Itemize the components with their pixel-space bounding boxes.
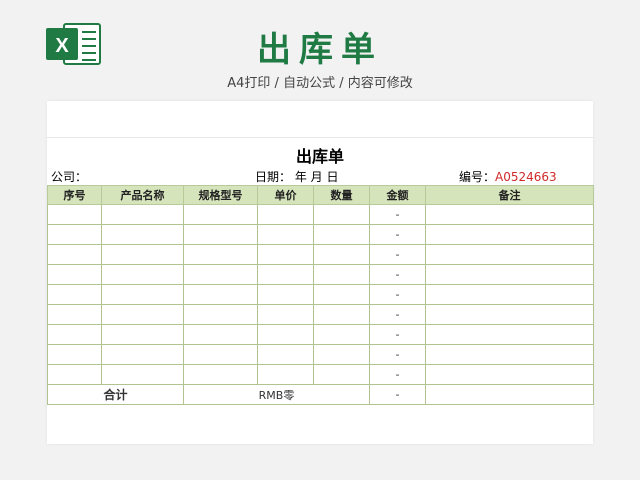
cell-spec[interactable] [183, 304, 258, 325]
cell-quantity[interactable] [313, 304, 370, 325]
spreadsheet-sheet: 出库单 公司： 日期： 年 月 日 编号：A0524663 序号 产品名称 规格… [47, 101, 594, 444]
cell-amount[interactable]: - [369, 284, 426, 305]
table-row: - [47, 284, 594, 305]
cell-quantity[interactable] [313, 284, 370, 305]
cell-amount[interactable]: - [369, 344, 426, 365]
cell-index[interactable] [47, 224, 102, 245]
cell-spec[interactable] [183, 324, 258, 345]
total-amount[interactable]: - [369, 384, 426, 405]
table-row: - [47, 344, 594, 365]
blank-row[interactable] [47, 101, 593, 138]
cell-price[interactable] [257, 244, 314, 265]
cell-product[interactable] [101, 364, 184, 385]
cell-price[interactable] [257, 224, 314, 245]
cell-quantity[interactable] [313, 264, 370, 285]
cell-remarks[interactable] [425, 284, 594, 305]
number-value: A0524663 [495, 170, 557, 184]
cell-remarks[interactable] [425, 304, 594, 325]
table-row: - [47, 304, 594, 325]
cell-quantity[interactable] [313, 344, 370, 365]
number-label: 编号： [459, 170, 496, 184]
cell-product[interactable] [101, 224, 184, 245]
column-header-remarks[interactable]: 备注 [425, 185, 594, 205]
total-remarks[interactable] [425, 384, 594, 405]
column-header-price[interactable]: 单价 [257, 185, 314, 205]
page-title: 出库单 [257, 30, 383, 70]
cell-product[interactable] [101, 324, 184, 345]
cell-amount[interactable]: - [369, 204, 426, 225]
cell-quantity[interactable] [313, 244, 370, 265]
cell-quantity[interactable] [313, 324, 370, 345]
cell-index[interactable] [47, 284, 102, 305]
cell-remarks[interactable] [425, 224, 594, 245]
date-label: 日期： 年 月 日 [255, 170, 339, 184]
cell-product[interactable] [101, 284, 184, 305]
cell-remarks[interactable] [425, 364, 594, 385]
page-subtitle: A4打印 / 自动公式 / 内容可修改 [227, 76, 413, 91]
column-header-product[interactable]: 产品名称 [101, 185, 184, 205]
cell-index[interactable] [47, 264, 102, 285]
cell-price[interactable] [257, 264, 314, 285]
total-label[interactable]: 合计 [47, 384, 184, 405]
cell-quantity[interactable] [313, 224, 370, 245]
company-label: 公司： [51, 170, 88, 184]
table-row: - [47, 224, 594, 245]
column-header-index[interactable]: 序号 [47, 185, 102, 205]
cell-index[interactable] [47, 344, 102, 365]
cell-spec[interactable] [183, 364, 258, 385]
cell-amount[interactable]: - [369, 224, 426, 245]
total-row: 合计 RMB零 - [47, 384, 594, 405]
cell-spec[interactable] [183, 284, 258, 305]
column-header-spec[interactable]: 规格型号 [183, 185, 258, 205]
cell-product[interactable] [101, 204, 184, 225]
column-header-quantity[interactable]: 数量 [313, 185, 370, 205]
cell-product[interactable] [101, 244, 184, 265]
cell-index[interactable] [47, 364, 102, 385]
cell-product[interactable] [101, 344, 184, 365]
column-header-amount[interactable]: 金额 [369, 185, 426, 205]
cell-amount[interactable]: - [369, 244, 426, 265]
total-rmb-label[interactable]: RMB零 [183, 384, 370, 405]
cell-remarks[interactable] [425, 344, 594, 365]
cell-remarks[interactable] [425, 204, 594, 225]
cell-remarks[interactable] [425, 244, 594, 265]
cell-price[interactable] [257, 204, 314, 225]
cell-index[interactable] [47, 244, 102, 265]
number-field[interactable]: 编号：A0524663 [459, 169, 557, 185]
cell-product[interactable] [101, 304, 184, 325]
table-row: - [47, 244, 594, 265]
cell-spec[interactable] [183, 224, 258, 245]
cell-quantity[interactable] [313, 364, 370, 385]
cell-index[interactable] [47, 304, 102, 325]
cell-spec[interactable] [183, 344, 258, 365]
table-row: - [47, 264, 594, 285]
cell-spec[interactable] [183, 244, 258, 265]
table-row: - [47, 364, 594, 385]
cell-amount[interactable]: - [369, 364, 426, 385]
cell-amount[interactable]: - [369, 304, 426, 325]
company-field[interactable]: 公司： [51, 169, 87, 185]
cell-index[interactable] [47, 204, 102, 225]
form-title[interactable]: 出库单 [47, 143, 593, 167]
cell-price[interactable] [257, 304, 314, 325]
cell-remarks[interactable] [425, 324, 594, 345]
cell-quantity[interactable] [313, 204, 370, 225]
date-field[interactable]: 日期： 年 月 日 [255, 169, 338, 185]
cell-index[interactable] [47, 324, 102, 345]
cell-product[interactable] [101, 264, 184, 285]
table-row: - [47, 324, 594, 345]
outbound-table: 序号 产品名称 规格型号 单价 数量 金额 备注 - - - - - - - -… [47, 185, 594, 405]
table-header-row: 序号 产品名称 规格型号 单价 数量 金额 备注 [47, 185, 594, 205]
table-row: - [47, 204, 594, 225]
cell-price[interactable] [257, 364, 314, 385]
cell-price[interactable] [257, 344, 314, 365]
cell-price[interactable] [257, 284, 314, 305]
cell-spec[interactable] [183, 204, 258, 225]
cell-amount[interactable]: - [369, 264, 426, 285]
cell-price[interactable] [257, 324, 314, 345]
cell-remarks[interactable] [425, 264, 594, 285]
cell-spec[interactable] [183, 264, 258, 285]
cell-amount[interactable]: - [369, 324, 426, 345]
